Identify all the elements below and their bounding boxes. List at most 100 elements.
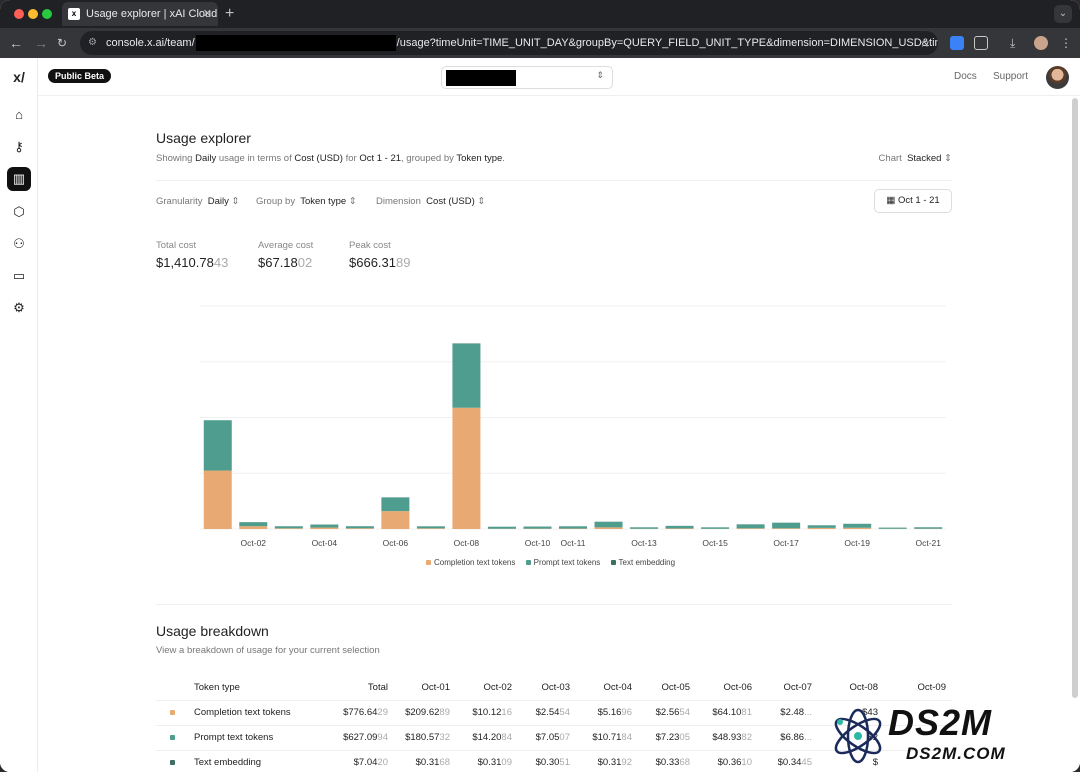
- new-tab-icon[interactable]: +: [225, 4, 234, 24]
- column-header[interactable]: Oct-03: [518, 675, 576, 700]
- column-header[interactable]: Oct-05: [638, 675, 696, 700]
- billing-card-icon[interactable]: ▭: [7, 264, 31, 288]
- bar-segment[interactable]: [274, 528, 303, 529]
- bar-segment[interactable]: [203, 470, 232, 529]
- browser-menu-icon[interactable]: ⋮: [1060, 34, 1072, 52]
- x-tick-label: Oct-15: [702, 538, 728, 548]
- atom-logo-icon: [834, 708, 882, 764]
- column-header[interactable]: Oct-01: [394, 675, 456, 700]
- bar-segment[interactable]: [523, 526, 552, 529]
- bar-segment[interactable]: [381, 511, 410, 529]
- total-cost-label: Total cost: [156, 240, 197, 251]
- forward-icon[interactable]: →: [34, 34, 48, 52]
- browser-tab[interactable]: x Usage explorer | xAI Cloud Co ✕: [62, 2, 218, 26]
- bar-segment[interactable]: [274, 526, 303, 529]
- url-suffix: /usage?timeUnit=TIME_UNIT_DAY&groupBy=QU…: [396, 37, 938, 49]
- page-scrollbar[interactable]: [1072, 98, 1078, 698]
- profile-avatar-icon[interactable]: [1034, 36, 1048, 50]
- group-by-select[interactable]: Group by Token type ⇕: [256, 196, 357, 207]
- bar-segment[interactable]: [807, 527, 836, 529]
- usage-chart-icon[interactable]: ▥: [7, 167, 31, 191]
- bar-segment[interactable]: [452, 343, 481, 408]
- address-bar[interactable]: ⚙ console.x.ai/team/ /usage?timeUnit=TIME…: [80, 31, 938, 55]
- bar-segment[interactable]: [701, 527, 730, 529]
- column-header[interactable]: Oct-04: [576, 675, 638, 700]
- bar-segment[interactable]: [239, 522, 268, 527]
- team-selector[interactable]: ⇕: [441, 66, 613, 89]
- bar-segment[interactable]: [239, 526, 268, 529]
- docs-link[interactable]: Docs: [954, 71, 977, 82]
- back-icon[interactable]: ←: [9, 34, 23, 52]
- watermark-site-text: DS2M.COM: [906, 744, 1006, 763]
- bar-segment[interactable]: [878, 527, 907, 529]
- home-icon[interactable]: ⌂: [7, 103, 31, 127]
- close-window-icon[interactable]: [14, 9, 24, 19]
- value-cell: $0.3051: [518, 749, 576, 772]
- column-header[interactable]: Total: [314, 675, 394, 700]
- page-title: Usage explorer: [156, 130, 251, 146]
- bar-segment[interactable]: [594, 527, 623, 529]
- team-users-icon[interactable]: ⚇: [7, 232, 31, 256]
- updown-chevron-icon: ⇕: [477, 196, 486, 207]
- bar-segment[interactable]: [843, 527, 872, 529]
- value-cell: $209.6289: [394, 699, 456, 725]
- bar-segment[interactable]: [665, 525, 694, 529]
- tab-search-chevron-icon[interactable]: ⌄: [1054, 5, 1072, 23]
- bar-segment[interactable]: [736, 524, 765, 529]
- bar-segment[interactable]: [665, 528, 694, 529]
- tab-strip: x Usage explorer | xAI Cloud Co ✕ + ⌄: [0, 0, 1080, 28]
- extensions-puzzle-icon[interactable]: [974, 36, 988, 50]
- bar-segment[interactable]: [772, 522, 801, 529]
- bar-segment[interactable]: [594, 521, 623, 528]
- top-header: Public Beta ⇕ Docs Support: [38, 58, 1080, 96]
- support-link[interactable]: Support: [993, 71, 1028, 82]
- bar-segment[interactable]: [345, 528, 374, 529]
- reload-icon[interactable]: ↻: [57, 34, 67, 52]
- bar-segment[interactable]: [914, 527, 943, 529]
- minimize-window-icon[interactable]: [28, 9, 38, 19]
- granularity-select[interactable]: Granularity Daily ⇕: [156, 196, 239, 207]
- column-header[interactable]: Oct-07: [758, 675, 818, 700]
- bar-segment[interactable]: [416, 528, 445, 529]
- bar-segment[interactable]: [310, 527, 339, 529]
- maximize-window-icon[interactable]: [42, 9, 52, 19]
- bar-segment[interactable]: [843, 523, 872, 528]
- close-tab-icon[interactable]: ✕: [203, 2, 212, 26]
- bar-segment[interactable]: [487, 526, 516, 529]
- settings-gear-icon[interactable]: ⚙: [7, 296, 31, 320]
- swatch-column-header: [156, 675, 194, 700]
- column-header[interactable]: Oct-09: [884, 675, 952, 700]
- bar-segment[interactable]: [772, 528, 801, 529]
- api-keys-icon[interactable]: ⚷: [7, 135, 31, 159]
- column-header[interactable]: Oct-08: [818, 675, 884, 700]
- models-cube-icon[interactable]: ⬡: [7, 200, 31, 224]
- bar-segment[interactable]: [807, 525, 836, 528]
- xai-logo-icon[interactable]: x/: [7, 65, 31, 89]
- download-icon[interactable]: ⤓: [1010, 34, 1015, 52]
- url-redaction: [195, 35, 396, 52]
- legend-label: Completion text tokens: [434, 558, 516, 567]
- dimension-select[interactable]: Dimension Cost (USD) ⇕: [376, 196, 485, 207]
- value-cell: $2.5654: [638, 699, 696, 725]
- user-avatar[interactable]: [1046, 66, 1069, 89]
- bar-segment[interactable]: [310, 524, 339, 528]
- bar-segment[interactable]: [381, 497, 410, 512]
- bar-segment[interactable]: [416, 526, 445, 529]
- bar-segment[interactable]: [452, 407, 481, 529]
- column-header[interactable]: Oct-06: [696, 675, 758, 700]
- column-header[interactable]: Token type: [194, 675, 314, 700]
- site-info-icon[interactable]: ⚙: [88, 31, 97, 55]
- bar-segment[interactable]: [345, 526, 374, 529]
- chart-mode-select[interactable]: Chart Stacked ⇕: [879, 153, 952, 164]
- bar-segment[interactable]: [203, 420, 232, 471]
- bar-segment[interactable]: [630, 527, 659, 529]
- bar-segment[interactable]: [559, 526, 587, 529]
- bar-segment[interactable]: [736, 528, 765, 529]
- column-header[interactable]: Oct-02: [456, 675, 518, 700]
- page-subtitle: Showing Daily usage in terms of Cost (US…: [156, 153, 505, 164]
- extension-icon[interactable]: [950, 36, 964, 50]
- value-cell: $2.5454: [518, 699, 576, 725]
- breakdown-subtitle: View a breakdown of usage for your curre…: [156, 645, 380, 656]
- bookmark-star-icon[interactable]: ☆: [919, 31, 930, 55]
- date-range-button[interactable]: ▦ Oct 1 - 21: [874, 189, 952, 213]
